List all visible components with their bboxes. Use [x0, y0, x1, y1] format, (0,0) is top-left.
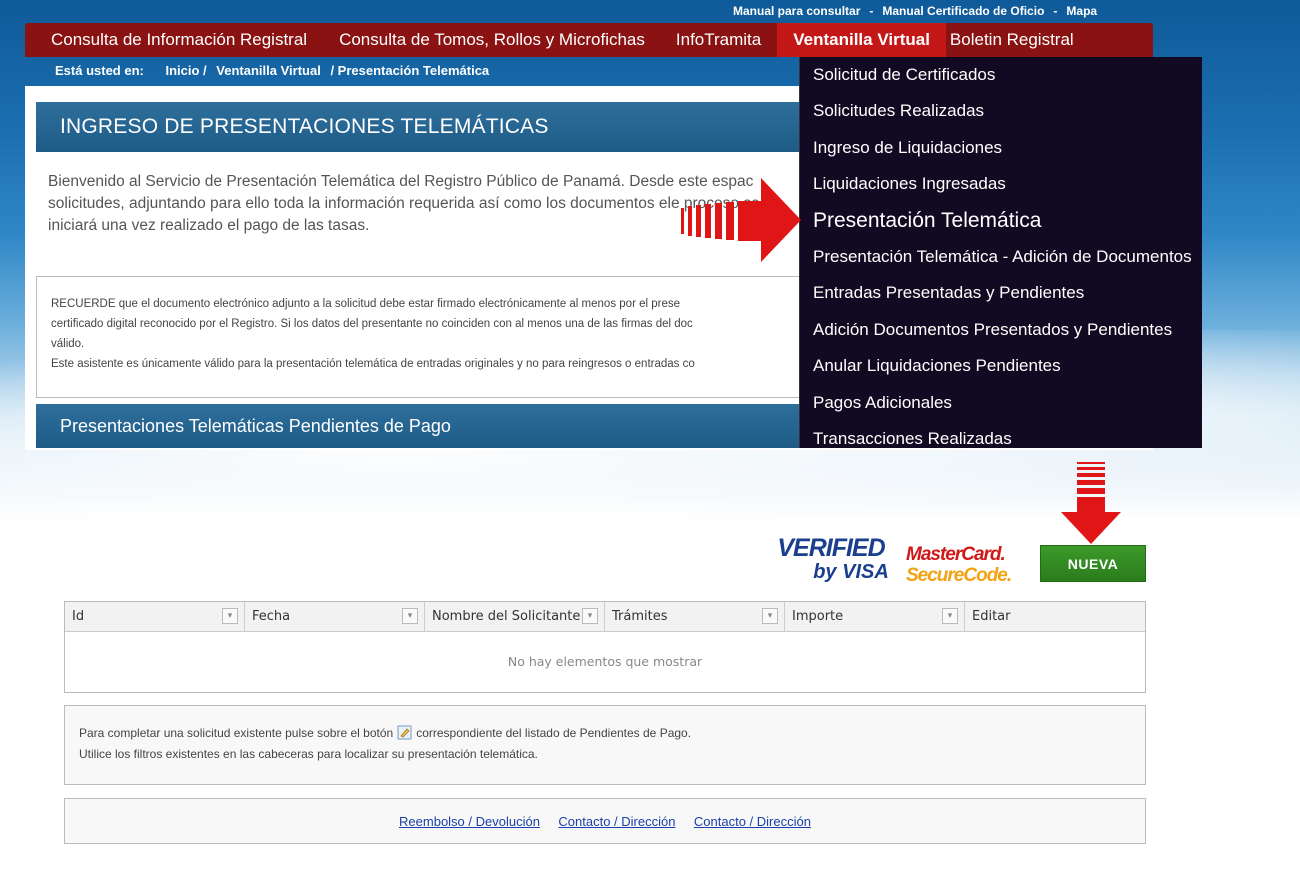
edit-icon	[397, 725, 412, 740]
menu-item-transacciones[interactable]: Transacciones Realizadas	[800, 421, 1202, 457]
help-text: Para completar una solicitud existente p…	[79, 726, 394, 740]
arrow-right-icon	[681, 178, 801, 262]
page-title: INGRESO DE PRESENTACIONES TELEMÁTICAS	[60, 115, 549, 138]
help-line: Utilice los filtros existentes en las ca…	[79, 747, 538, 761]
column-label: Editar	[972, 609, 1011, 624]
filter-icon[interactable]: ▾	[582, 608, 598, 624]
notice-line: válido.	[51, 338, 85, 350]
visa-line2: by VISA	[813, 561, 889, 583]
nav-infotramita[interactable]: InfoTramita	[676, 30, 761, 57]
ventanilla-dropdown-menu: Solicitud de Certificados Solicitudes Re…	[799, 57, 1202, 448]
filter-icon[interactable]: ▾	[762, 608, 778, 624]
menu-item-entradas-presentadas[interactable]: Entradas Presentadas y Pendientes	[800, 275, 1202, 311]
column-header-nombre[interactable]: Nombre del Solicitante ▾	[425, 602, 605, 631]
notice-line: Este asistente es únicamente válido para…	[51, 358, 695, 370]
nueva-button[interactable]: NUEVA	[1040, 545, 1146, 582]
visa-line1: VERIFIED	[777, 534, 885, 562]
pending-grid: Id ▾ Fecha ▾ Nombre del Solicitante ▾ Trámi…	[64, 601, 1146, 693]
menu-item-adicion-documentos[interactable]: Presentación Telemática - Adición de Doc…	[800, 239, 1202, 275]
notice-box: RECUERDE que el documento electrónico ad…	[36, 276, 818, 398]
manual-link[interactable]: Manual para consultar	[733, 4, 860, 18]
help-text: correspondiente del listado de Pendiente…	[416, 726, 692, 740]
help-line: Para completar una solicitud existente p…	[65, 723, 1145, 744]
page-title-bar: INGRESO DE PRESENTACIONES TELEMÁTICAS	[36, 102, 816, 152]
manual-certificado-link[interactable]: Manual Certificado de Oficio	[882, 4, 1044, 18]
separator: -	[869, 4, 874, 18]
breadcrumb: Está usted en: Inicio / Ventanilla Virtu…	[55, 63, 495, 78]
column-label: Fecha	[252, 609, 291, 624]
footer-link-contacto-2[interactable]: Contacto / Dirección	[694, 814, 811, 829]
top-links: Manual para consultar - Manual Certificado…	[733, 4, 1097, 18]
verified-by-visa-logo: VERIFIED by VISA	[772, 534, 890, 594]
column-header-editar: Editar	[965, 602, 1145, 631]
mc-line1: MasterCard.	[906, 544, 1006, 565]
footer-link-contacto[interactable]: Contacto / Dirección	[558, 814, 675, 829]
menu-item-solicitud-certificados[interactable]: Solicitud de Certificados	[800, 57, 1202, 93]
column-label: Trámites	[612, 609, 668, 624]
main-nav: Consulta de Información Registral Consul…	[25, 23, 1153, 57]
notice-line: certificado digital reconocido por el Re…	[51, 318, 693, 330]
nav-ventanilla-virtual[interactable]: Ventanilla Virtual	[777, 23, 946, 57]
column-header-fecha[interactable]: Fecha ▾	[245, 602, 425, 631]
menu-item-solicitudes-realizadas[interactable]: Solicitudes Realizadas	[800, 93, 1202, 129]
nav-consulta-tomos[interactable]: Consulta de Tomos, Rollos y Microfichas	[339, 30, 645, 57]
menu-item-liquidaciones-ingresadas[interactable]: Liquidaciones Ingresadas	[800, 166, 1202, 202]
column-label: Nombre del Solicitante	[432, 609, 581, 624]
pending-title-bar: Presentaciones Telemáticas Pendientes de…	[36, 404, 816, 448]
breadcrumb-current: / Presentación Telemática	[330, 63, 490, 78]
menu-item-presentacion-telematica[interactable]: Presentación Telemática	[800, 203, 1202, 239]
breadcrumb-inicio[interactable]: Inicio /	[165, 63, 206, 78]
filter-icon[interactable]: ▾	[222, 608, 238, 624]
grid-header: Id ▾ Fecha ▾ Nombre del Solicitante ▾ Trámi…	[65, 602, 1145, 632]
separator: -	[1053, 4, 1058, 18]
menu-item-pagos-adicionales[interactable]: Pagos Adicionales	[800, 385, 1202, 421]
mc-line2: SecureCode.	[906, 565, 1012, 586]
notice-line: RECUERDE que el documento electrónico ad…	[51, 298, 681, 310]
column-header-importe[interactable]: Importe ▾	[785, 602, 965, 631]
footer-link-reembolso[interactable]: Reembolso / Devolución	[399, 814, 540, 829]
column-header-id[interactable]: Id ▾	[65, 602, 245, 631]
help-box: Para completar una solicitud existente p…	[64, 705, 1146, 785]
mapa-link[interactable]: Mapa	[1066, 4, 1097, 18]
filter-icon[interactable]: ▾	[402, 608, 418, 624]
column-header-tramites[interactable]: Trámites ▾	[605, 602, 785, 631]
footer-links: Reembolso / Devolución Contacto / Direcc…	[64, 798, 1146, 844]
menu-item-ingreso-liquidaciones[interactable]: Ingreso de Liquidaciones	[800, 130, 1202, 166]
filter-icon[interactable]: ▾	[942, 608, 958, 624]
breadcrumb-prefix: Está usted en:	[55, 63, 144, 78]
menu-item-adicion-presentados[interactable]: Adición Documentos Presentados y Pendien…	[800, 312, 1202, 348]
column-label: Id	[72, 609, 85, 624]
menu-item-anular-liquidaciones[interactable]: Anular Liquidaciones Pendientes	[800, 348, 1202, 384]
nav-consulta-informacion[interactable]: Consulta de Información Registral	[51, 30, 307, 57]
pending-title: Presentaciones Telemáticas Pendientes de…	[60, 416, 451, 436]
arrow-down-icon	[1061, 462, 1121, 544]
column-label: Importe	[792, 609, 844, 624]
mastercard-securecode-logo: MasterCard. SecureCode.	[906, 544, 1016, 586]
nav-boletin-registral[interactable]: Boletin Registral	[950, 30, 1074, 57]
breadcrumb-ventanilla[interactable]: Ventanilla Virtual	[216, 63, 321, 78]
empty-message: No hay elementos que mostrar	[507, 654, 703, 669]
